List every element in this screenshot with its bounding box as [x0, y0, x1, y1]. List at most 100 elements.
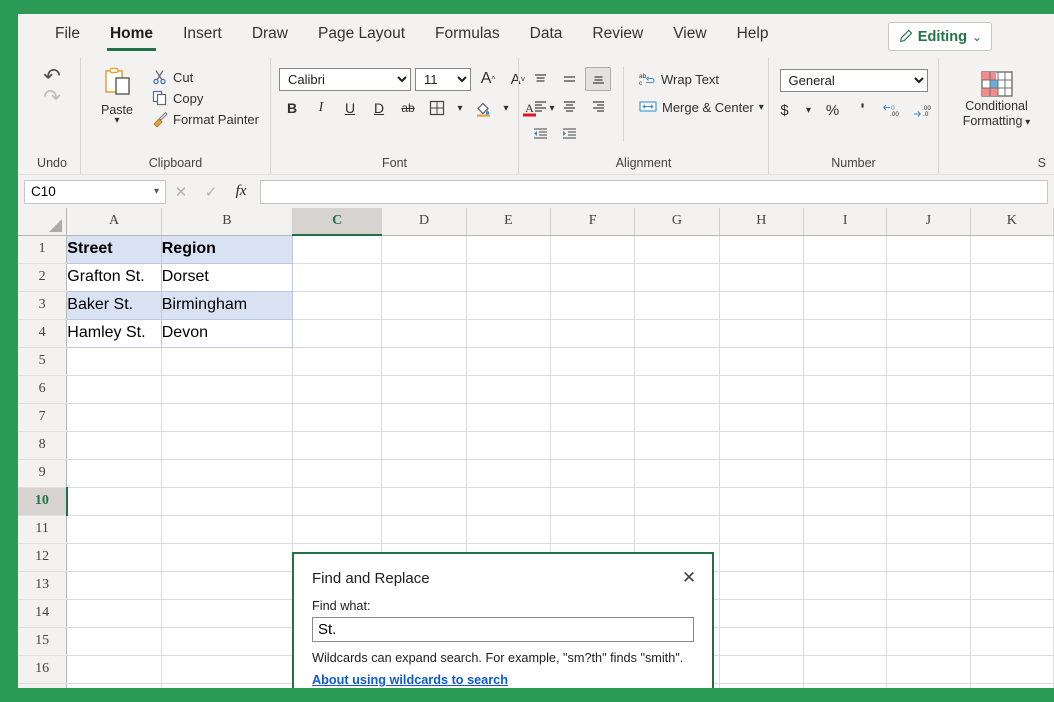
- format-painter-button[interactable]: Format Painter: [149, 109, 262, 129]
- cell-b7[interactable]: [161, 403, 292, 431]
- increase-font-size-button[interactable]: A^: [475, 67, 501, 91]
- chevron-down-icon[interactable]: ▾: [114, 117, 119, 125]
- cell-e9[interactable]: [466, 459, 550, 487]
- cell-i17[interactable]: [804, 683, 887, 688]
- cell-c7[interactable]: [293, 403, 382, 431]
- cell-k2[interactable]: [970, 263, 1053, 291]
- col-header-g[interactable]: G: [635, 208, 719, 235]
- cell-h16[interactable]: [719, 655, 803, 683]
- align-left-icon[interactable]: [527, 94, 553, 118]
- row-header-10[interactable]: 10: [18, 487, 67, 515]
- cell-a2[interactable]: Grafton St.: [67, 263, 161, 291]
- align-center-icon[interactable]: [556, 94, 582, 118]
- cell-b9[interactable]: [161, 459, 292, 487]
- cell-f9[interactable]: [551, 459, 635, 487]
- formula-input[interactable]: [260, 180, 1048, 204]
- wrap-text-button[interactable]: ab c Wrap Text: [636, 69, 767, 89]
- row-header-12[interactable]: 12: [18, 543, 67, 571]
- tab-insert[interactable]: Insert: [168, 14, 237, 52]
- borders-dropdown-chevron-icon[interactable]: ▾: [453, 96, 467, 120]
- cell-b17[interactable]: [161, 683, 292, 688]
- percent-format-button[interactable]: %: [820, 98, 846, 122]
- cell-b2[interactable]: Dorset: [161, 263, 292, 291]
- cell-a15[interactable]: [67, 627, 161, 655]
- cell-g11[interactable]: [635, 515, 719, 543]
- cell-h4[interactable]: [719, 319, 803, 347]
- cell-h3[interactable]: [719, 291, 803, 319]
- fill-color-dropdown-chevron-icon[interactable]: ▾: [499, 96, 513, 120]
- row-header-3[interactable]: 3: [18, 291, 67, 319]
- col-header-b[interactable]: B: [161, 208, 292, 235]
- cell-j4[interactable]: [887, 319, 970, 347]
- increase-indent-icon[interactable]: [556, 121, 582, 145]
- cell-k10[interactable]: [970, 487, 1053, 515]
- cell-k8[interactable]: [970, 431, 1053, 459]
- cell-b11[interactable]: [161, 515, 292, 543]
- cancel-entry-icon[interactable]: ✕: [166, 183, 196, 201]
- cell-a12[interactable]: [67, 543, 161, 571]
- cell-k3[interactable]: [970, 291, 1053, 319]
- paste-button[interactable]: Paste ▾: [89, 65, 145, 125]
- number-format-select[interactable]: General: [780, 69, 928, 92]
- cell-a13[interactable]: [67, 571, 161, 599]
- col-header-e[interactable]: E: [466, 208, 550, 235]
- cell-c10-selected[interactable]: [293, 487, 382, 515]
- tab-page-layout[interactable]: Page Layout: [303, 14, 420, 52]
- cell-b15[interactable]: [161, 627, 292, 655]
- cell-e1[interactable]: [466, 235, 550, 263]
- merge-center-button[interactable]: Merge & Center ▾: [636, 97, 767, 117]
- cell-g3[interactable]: [635, 291, 719, 319]
- row-header-13[interactable]: 13: [18, 571, 67, 599]
- cell-f7[interactable]: [551, 403, 635, 431]
- cell-i12[interactable]: [804, 543, 887, 571]
- tab-draw[interactable]: Draw: [237, 14, 303, 52]
- cell-c11[interactable]: [293, 515, 382, 543]
- tab-data[interactable]: Data: [515, 14, 578, 52]
- copy-button[interactable]: Copy: [149, 88, 262, 108]
- row-header-14[interactable]: 14: [18, 599, 67, 627]
- cell-e4[interactable]: [466, 319, 550, 347]
- cell-k16[interactable]: [970, 655, 1053, 683]
- cell-g7[interactable]: [635, 403, 719, 431]
- cell-a9[interactable]: [67, 459, 161, 487]
- col-header-a[interactable]: A: [67, 208, 161, 235]
- cell-h2[interactable]: [719, 263, 803, 291]
- cell-b16[interactable]: [161, 655, 292, 683]
- cell-h15[interactable]: [719, 627, 803, 655]
- cell-a8[interactable]: [67, 431, 161, 459]
- col-header-h[interactable]: H: [719, 208, 803, 235]
- col-header-d[interactable]: D: [382, 208, 466, 235]
- cell-b3[interactable]: Birmingham: [161, 291, 292, 319]
- cell-d7[interactable]: [382, 403, 466, 431]
- row-header-1[interactable]: 1: [18, 235, 67, 263]
- cell-f2[interactable]: [551, 263, 635, 291]
- insert-function-icon[interactable]: fx: [226, 183, 256, 200]
- col-header-c[interactable]: C: [293, 208, 382, 235]
- cell-f11[interactable]: [551, 515, 635, 543]
- row-header-17[interactable]: 17: [18, 683, 67, 688]
- cell-e8[interactable]: [466, 431, 550, 459]
- chevron-down-icon[interactable]: ▾: [759, 102, 764, 113]
- cell-j16[interactable]: [887, 655, 970, 683]
- align-bottom-icon[interactable]: [585, 67, 611, 91]
- cell-d6[interactable]: [382, 375, 466, 403]
- cell-g2[interactable]: [635, 263, 719, 291]
- cell-i3[interactable]: [804, 291, 887, 319]
- cell-k6[interactable]: [970, 375, 1053, 403]
- cell-h13[interactable]: [719, 571, 803, 599]
- tab-review[interactable]: Review: [577, 14, 658, 52]
- cell-f8[interactable]: [551, 431, 635, 459]
- cell-j15[interactable]: [887, 627, 970, 655]
- cell-j13[interactable]: [887, 571, 970, 599]
- cell-b1[interactable]: Region: [161, 235, 292, 263]
- cell-e5[interactable]: [466, 347, 550, 375]
- row-header-16[interactable]: 16: [18, 655, 67, 683]
- cell-e7[interactable]: [466, 403, 550, 431]
- cell-i13[interactable]: [804, 571, 887, 599]
- tab-formulas[interactable]: Formulas: [420, 14, 515, 52]
- cell-f1[interactable]: [551, 235, 635, 263]
- cell-i10[interactable]: [804, 487, 887, 515]
- cell-g4[interactable]: [635, 319, 719, 347]
- cell-a10[interactable]: [67, 487, 161, 515]
- cell-k9[interactable]: [970, 459, 1053, 487]
